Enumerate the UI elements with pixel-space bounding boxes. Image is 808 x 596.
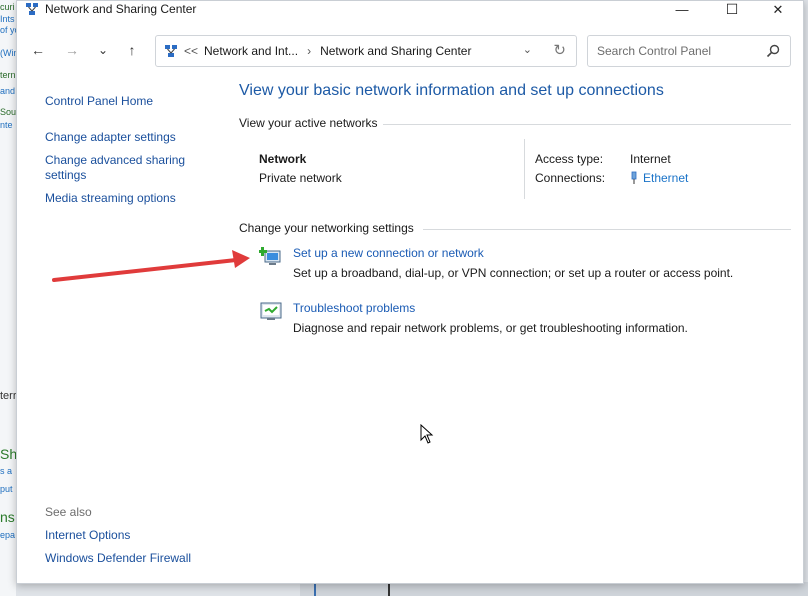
- bg-text: and: [0, 86, 16, 96]
- bg-text: ns: [0, 509, 15, 525]
- access-type-value: Internet: [630, 152, 671, 166]
- divider: [423, 229, 791, 230]
- setup-new-connection-link[interactable]: Set up a new connection or network: [293, 246, 484, 260]
- search-input[interactable]: Search Control Panel: [587, 35, 791, 67]
- media-streaming-options-link[interactable]: Media streaming options: [45, 191, 176, 206]
- network-sharing-center-window: Network and Sharing Center — ☐ ✕ ← → ⌄ ↑…: [16, 0, 804, 584]
- title-bar[interactable]: Network and Sharing Center — ☐ ✕: [17, 1, 803, 18]
- breadcrumb-network-sharing-center[interactable]: Network and Sharing Center: [320, 44, 471, 58]
- bg-text: s a: [0, 466, 13, 476]
- connections-label: Connections:: [535, 171, 606, 185]
- setup-new-connection-description: Set up a broadband, dial-up, or VPN conn…: [293, 266, 734, 280]
- change-settings-heading: Change your networking settings: [239, 221, 414, 235]
- mouse-cursor-icon: [420, 424, 434, 444]
- sidebar: Control Panel Home Change adapter settin…: [17, 69, 227, 583]
- bg-text: of yo: [0, 25, 16, 35]
- ethernet-connection[interactable]: Ethernet: [630, 171, 688, 185]
- bg-text: nte: [0, 120, 13, 130]
- see-also-label: See also: [45, 505, 92, 519]
- change-advanced-sharing-link[interactable]: Change advanced sharing settings: [45, 153, 195, 183]
- bg-text: tern: [0, 70, 16, 80]
- troubleshoot-problems-link[interactable]: Troubleshoot problems: [293, 301, 415, 315]
- bg-text: put: [0, 484, 13, 494]
- bg-text: Ints: [0, 14, 15, 24]
- refresh-button[interactable]: ↻: [553, 41, 566, 59]
- minimize-button[interactable]: —: [659, 1, 705, 18]
- search-placeholder: Search Control Panel: [597, 44, 712, 58]
- bg-text: epa: [0, 530, 16, 540]
- access-type-label: Access type:: [535, 152, 604, 166]
- bg-text: Sha: [0, 446, 16, 462]
- troubleshoot-problems-description: Diagnose and repair network problems, or…: [293, 321, 688, 335]
- background-app: curi Ints of yo (Win tern and Sou nte te…: [0, 0, 16, 596]
- ethernet-link[interactable]: Ethernet: [643, 171, 688, 185]
- divider: [383, 124, 791, 125]
- troubleshoot-icon[interactable]: [259, 299, 283, 323]
- divider: [524, 139, 525, 199]
- network-center-icon: [26, 3, 38, 15]
- change-adapter-settings-link[interactable]: Change adapter settings: [45, 130, 176, 145]
- up-button[interactable]: ↑: [121, 39, 143, 61]
- bg-text: Sou: [0, 107, 16, 117]
- maximize-button[interactable]: ☐: [709, 1, 755, 18]
- internet-options-link[interactable]: Internet Options: [45, 528, 130, 543]
- bg-text: terr: [0, 390, 16, 402]
- network-center-icon: [165, 45, 177, 57]
- main-content: View your basic network information and …: [239, 69, 791, 579]
- forward-button[interactable]: →: [61, 39, 83, 61]
- navigation-bar: ← → ⌄ ↑ << Network and Int... › Network …: [17, 31, 803, 69]
- address-dropdown-button[interactable]: ⌄: [523, 43, 532, 56]
- ethernet-icon: [631, 171, 637, 184]
- network-name: Network: [259, 152, 307, 166]
- background-app-bottom: [300, 582, 808, 596]
- breadcrumb-network-internet[interactable]: Network and Int...: [204, 44, 298, 58]
- breadcrumb-chevron-icon[interactable]: ›: [307, 44, 311, 58]
- page-title: View your basic network information and …: [239, 82, 664, 99]
- back-button[interactable]: ←: [27, 39, 49, 61]
- windows-defender-firewall-link[interactable]: Windows Defender Firewall: [45, 551, 191, 566]
- new-connection-icon[interactable]: [259, 244, 283, 268]
- search-icon[interactable]: [766, 44, 780, 58]
- recent-locations-button[interactable]: ⌄: [92, 39, 114, 61]
- window-title: Network and Sharing Center: [45, 2, 197, 16]
- bg-text: (Win: [0, 48, 16, 58]
- network-type[interactable]: Private network: [259, 171, 342, 185]
- address-bar[interactable]: << Network and Int... › Network and Shar…: [155, 35, 577, 67]
- close-button[interactable]: ✕: [755, 1, 801, 18]
- active-networks-heading: View your active networks: [239, 116, 378, 130]
- bg-text: curi: [0, 2, 15, 12]
- control-panel-home-link[interactable]: Control Panel Home: [45, 94, 153, 109]
- overflow-chevron[interactable]: <<: [184, 44, 198, 58]
